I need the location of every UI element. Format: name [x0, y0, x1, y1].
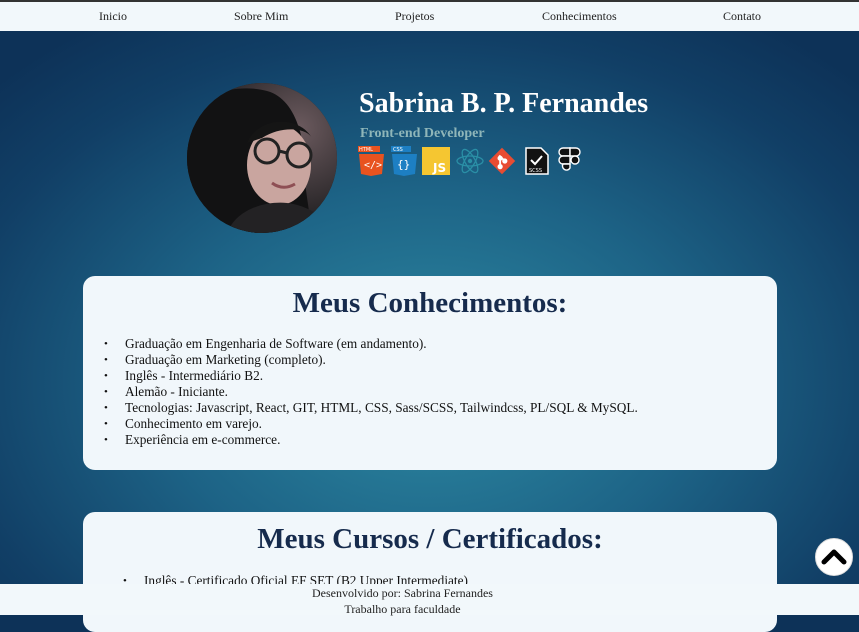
list-item: Conhecimento em varejo.	[104, 416, 638, 432]
list-item: Graduação em Engenharia de Software (em …	[104, 336, 638, 352]
knowledge-list: Graduação em Engenharia de Software (em …	[104, 336, 638, 448]
profile-photo-image	[187, 83, 337, 233]
knowledge-card: Meus Conhecimentos: Graduação em Engenha…	[83, 276, 777, 470]
list-item: Tecnologias: Javascript, React, GIT, HTM…	[104, 400, 638, 416]
footer-credit: Desenvolvido por: Sabrina Fernandes	[312, 586, 493, 600]
nav-link-sobre-mim[interactable]: Sobre Mim	[234, 9, 288, 24]
knowledge-title: Meus Conhecimentos:	[292, 287, 568, 319]
svg-text:JS: JS	[432, 161, 446, 175]
page-footer: Desenvolvido por: Sabrina Fernandes Trab…	[0, 584, 859, 616]
list-item: Alemão - Iniciante.	[104, 384, 638, 400]
scroll-to-top-button[interactable]	[815, 538, 853, 576]
list-item: Experiência em e-commerce.	[104, 432, 638, 448]
top-navigation: Inicio Sobre Mim Projetos Conhecimentos …	[0, 2, 859, 31]
nav-link-conhecimentos[interactable]: Conhecimentos	[542, 9, 617, 24]
profile-photo	[187, 83, 337, 233]
developer-role: Front-end Developer	[360, 126, 485, 141]
nav-link-inicio[interactable]: Inicio	[99, 9, 127, 24]
developer-name: Sabrina B. P. Fernandes	[359, 88, 649, 119]
css-icon: CSS {}	[391, 146, 417, 176]
react-icon	[456, 148, 484, 174]
svg-text:CSS: CSS	[393, 147, 403, 153]
git-icon	[488, 147, 516, 175]
list-item: Graduação em Marketing (completo).	[104, 352, 638, 368]
nav-link-contato[interactable]: Contato	[723, 9, 761, 24]
nav-link-projetos[interactable]: Projetos	[395, 9, 434, 24]
courses-title: Meus Cursos / Certificados:	[257, 523, 603, 555]
html-icon: HTML </>	[358, 146, 384, 176]
svg-text:{}: {}	[397, 158, 410, 171]
chevron-up-icon	[821, 549, 847, 565]
scss-icon: SCSS	[525, 147, 549, 175]
svg-text:HTML: HTML	[359, 147, 373, 153]
figma-icon	[558, 147, 581, 171]
js-icon: JS	[422, 147, 450, 175]
list-item: Inglês - Intermediário B2.	[104, 368, 638, 384]
svg-text:SCSS: SCSS	[529, 168, 542, 174]
svg-text:</>: </>	[364, 160, 382, 171]
